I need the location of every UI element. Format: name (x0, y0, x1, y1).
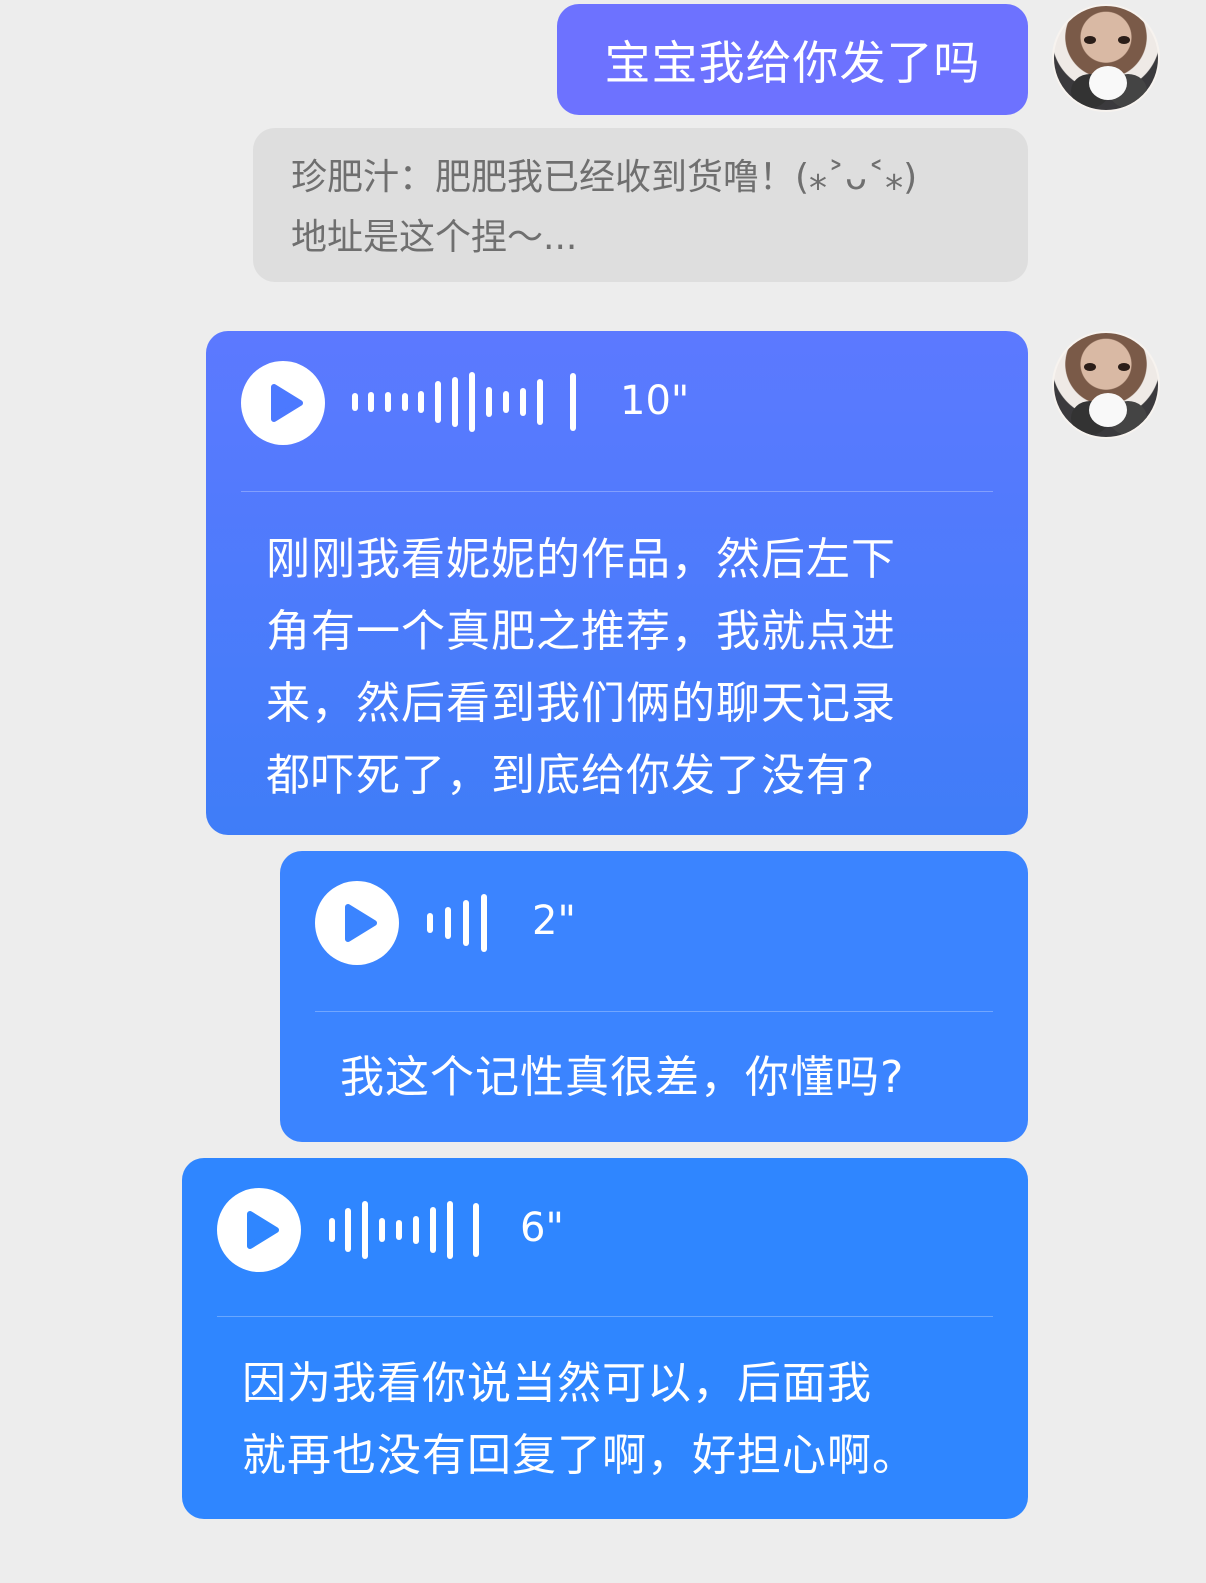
transcript-line: 就再也没有回复了啊，好担心啊。 (242, 1430, 917, 1481)
voice-transcript: 因为我看你说当然可以，后面我 就再也没有回复了啊，好担心啊。 (242, 1348, 917, 1492)
transcript-line: 刚刚我看妮妮的作品，然后左下 (266, 534, 896, 585)
voice-duration: 2" (532, 898, 576, 944)
quoted-message-line: 地址是这个捏～... (291, 217, 578, 258)
quoted-message-line: 珍肥汁：肥肥我已经收到货噜！(⁎˃ᴗ˂⁎) (291, 157, 918, 198)
divider (315, 1011, 993, 1012)
transcript-line: 因为我看你说当然可以，后面我 (242, 1358, 872, 1409)
voice-message[interactable]: 2" 我这个记性真很差，你懂吗? (280, 851, 1028, 1142)
divider (241, 491, 993, 492)
voice-player[interactable]: 2" (280, 851, 1028, 1011)
play-icon[interactable] (241, 361, 325, 445)
transcript-line: 我这个记性真很差，你懂吗? (340, 1052, 905, 1103)
transcript-line: 角有一个真肥之推荐，我就点进 (266, 606, 896, 657)
divider (217, 1316, 993, 1317)
voice-transcript: 刚刚我看妮妮的作品，然后左下 角有一个真肥之推荐，我就点进 来，然后看到我们俩的… (266, 524, 896, 812)
sent-text-message[interactable]: 宝宝我给你发了吗 (557, 4, 1028, 115)
play-icon[interactable] (315, 881, 399, 965)
transcript-line: 都吓死了，到底给你发了没有? (266, 750, 876, 801)
voice-message[interactable]: 10" 刚刚我看妮妮的作品，然后左下 角有一个真肥之推荐，我就点进 来，然后看到… (206, 331, 1028, 835)
user-avatar[interactable] (1052, 331, 1160, 439)
voice-waveform-icon (352, 372, 576, 432)
user-avatar[interactable] (1052, 4, 1160, 112)
transcript-line: 来，然后看到我们俩的聊天记录 (266, 678, 896, 729)
voice-duration: 6" (520, 1205, 564, 1251)
voice-player[interactable]: 10" (206, 331, 1028, 491)
voice-player[interactable]: 6" (182, 1158, 1028, 1318)
voice-waveform-icon (427, 894, 487, 952)
message-text: 宝宝我给你发了吗 (604, 35, 981, 90)
voice-message[interactable]: 6" 因为我看你说当然可以，后面我 就再也没有回复了啊，好担心啊。 (182, 1158, 1028, 1519)
voice-waveform-icon (329, 1201, 479, 1259)
voice-duration: 10" (620, 378, 690, 424)
quoted-message-preview[interactable]: 珍肥汁：肥肥我已经收到货噜！(⁎˃ᴗ˂⁎) 地址是这个捏～... (253, 128, 1028, 282)
play-icon[interactable] (217, 1188, 301, 1272)
voice-transcript: 我这个记性真很差，你懂吗? (340, 1042, 904, 1114)
